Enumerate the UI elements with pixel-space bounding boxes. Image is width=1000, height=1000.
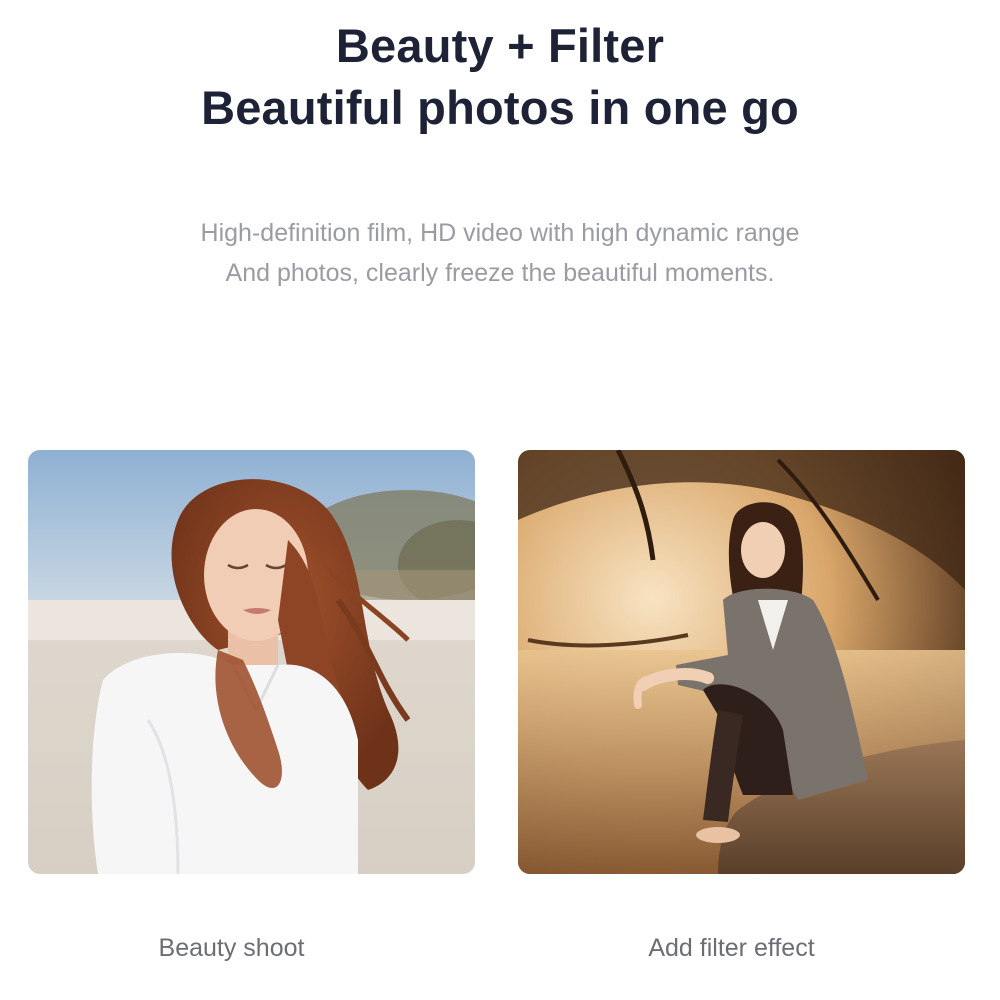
caption-beauty-shoot: Beauty shoot (158, 934, 305, 962)
headline-line-2: Beautiful photos in one go (201, 81, 799, 134)
beauty-shoot-photo (28, 450, 475, 874)
description-line-2: And photos, clearly freeze the beautiful… (225, 259, 775, 287)
caption-add-filter-effect: Add filter effect (648, 934, 815, 962)
headline-line-1: Beauty + Filter (335, 19, 665, 72)
page: Beauty + Filter Beautiful photos in one … (0, 0, 1000, 1000)
beach-portrait-image (28, 450, 475, 874)
filter-effect-photo (518, 450, 965, 874)
filtered-portrait-image (518, 450, 965, 874)
description-line-1: High-definition film, HD video with high… (200, 219, 800, 247)
